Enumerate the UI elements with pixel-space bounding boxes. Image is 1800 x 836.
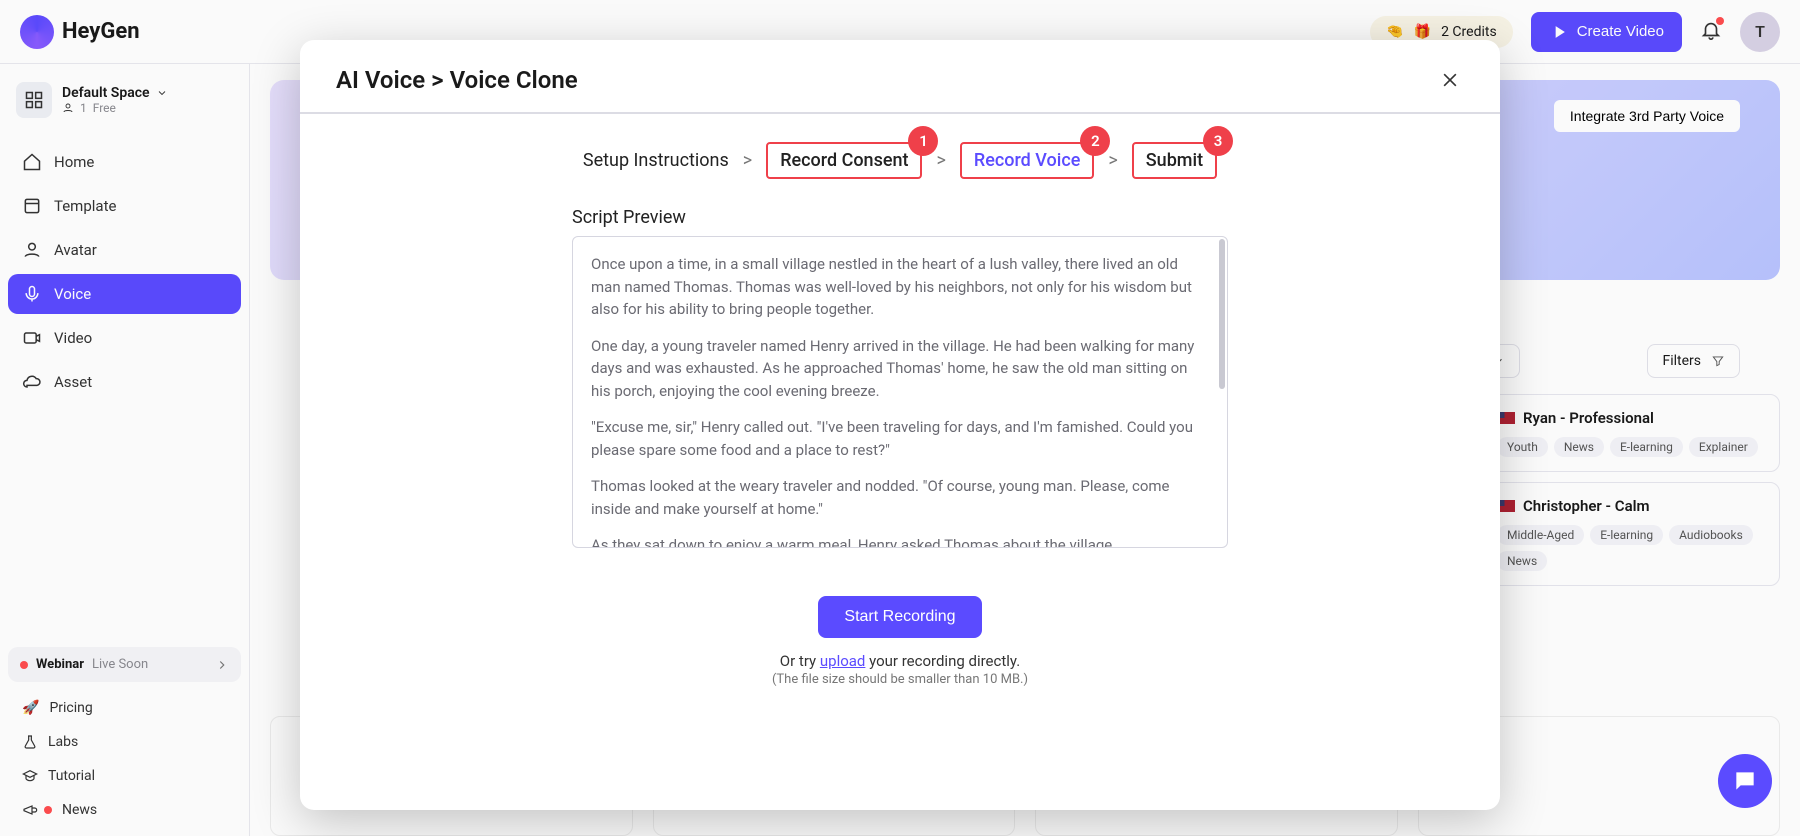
- script-preview-box[interactable]: Once upon a time, in a small village nes…: [572, 236, 1228, 548]
- step-record-voice-label: Record Voice: [974, 150, 1080, 171]
- step-submit-label: Submit: [1146, 150, 1203, 171]
- start-recording-label: Start Recording: [844, 608, 955, 625]
- step-badge-3: 3: [1203, 126, 1233, 156]
- wizard-steps: Setup Instructions > Record Consent 1 > …: [300, 114, 1500, 189]
- step-badge-2: 2: [1080, 126, 1110, 156]
- close-icon: [1440, 70, 1460, 90]
- chat-icon: [1732, 768, 1758, 794]
- modal-close-button[interactable]: [1436, 66, 1464, 94]
- or-try-suffix: your recording directly.: [865, 652, 1020, 670]
- step-sep: >: [743, 150, 752, 171]
- voice-clone-modal: AI Voice > Voice Clone Setup Instruction…: [300, 40, 1500, 810]
- script-paragraph: One day, a young traveler named Henry ar…: [591, 335, 1209, 403]
- script-paragraph: Thomas looked at the weary traveler and …: [591, 475, 1209, 520]
- upload-alternative: Or try upload your recording directly.: [300, 652, 1500, 670]
- script-paragraph: As they sat down to enjoy a warm meal, H…: [591, 534, 1209, 548]
- modal-title-prefix: AI Voice: [336, 66, 425, 94]
- script-paragraph: Once upon a time, in a small village nes…: [591, 253, 1209, 321]
- script-preview-title: Script Preview: [572, 189, 1228, 236]
- modal-title-sep: >: [431, 66, 443, 94]
- step-consent[interactable]: Record Consent 1: [766, 142, 922, 179]
- step-sep: >: [936, 150, 945, 171]
- upload-link[interactable]: upload: [820, 652, 866, 670]
- script-paragraph: "Excuse me, sir," Henry called out. "I'v…: [591, 416, 1209, 461]
- step-badge-1: 1: [908, 126, 938, 156]
- intercom-launcher[interactable]: [1718, 754, 1772, 808]
- modal-header: AI Voice > Voice Clone: [300, 40, 1500, 114]
- filesize-note: (The file size should be smaller than 10…: [300, 672, 1500, 687]
- modal-title-suffix: Voice Clone: [450, 66, 578, 94]
- step-setup: Setup Instructions: [583, 150, 729, 171]
- step-record-voice[interactable]: Record Voice 2: [960, 142, 1094, 179]
- or-try-prefix: Or try: [780, 652, 820, 670]
- start-recording-button[interactable]: Start Recording: [818, 596, 981, 638]
- step-submit[interactable]: Submit 3: [1132, 142, 1217, 179]
- modal-title: AI Voice > Voice Clone: [336, 66, 578, 94]
- step-consent-label: Record Consent: [780, 150, 908, 171]
- scrollbar-thumb[interactable]: [1219, 239, 1225, 389]
- step-sep: >: [1108, 150, 1117, 171]
